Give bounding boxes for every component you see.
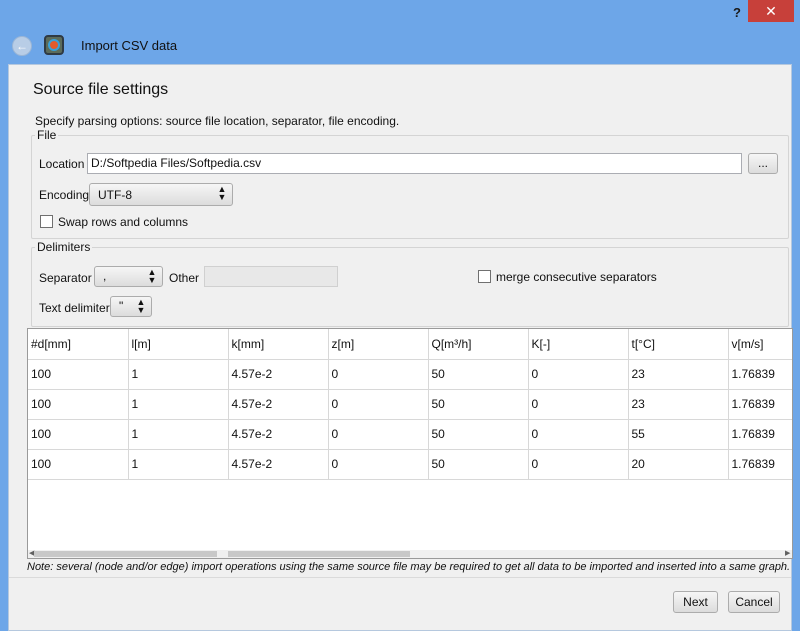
column-header[interactable]: t[°C] [628,329,729,360]
back-icon[interactable]: ← [12,36,32,56]
table-row: 100 1 4.57e-2 0 50 0 55 1.76839 [28,419,792,450]
table-cell[interactable]: 0 [328,389,429,420]
wizard-header: ← Import CSV data [0,26,800,64]
table-cell[interactable]: 50 [428,419,529,450]
table-cell[interactable]: 50 [428,449,529,480]
table-cell[interactable]: 4.57e-2 [228,359,329,390]
delimiters-group-legend: Delimiters [35,240,93,254]
column-header[interactable]: k[mm] [228,329,329,360]
title-bar: ? ✕ [0,0,800,26]
column-header[interactable]: Q[m³/h] [428,329,529,360]
swap-label: Swap rows and columns [58,215,189,229]
swap-checkbox[interactable] [40,215,53,228]
separator-label: Separator [39,271,92,285]
location-label: Location [39,157,85,171]
text-delimiter-value: " [119,299,124,313]
chevron-updown-icon: ▲ ▼ [147,267,157,285]
table-row: 100 1 4.57e-2 0 50 0 23 1.76839 [28,389,792,420]
separator-select[interactable]: , ▲ ▼ [94,266,163,287]
other-label: Other [169,271,200,285]
cancel-button[interactable]: Cancel [728,591,780,613]
chevron-updown-icon: ▲ ▼ [217,184,227,202]
table-cell[interactable]: 0 [528,389,629,420]
table-header-row: #d[mm] l[m] k[mm] z[m] Q[m³/h] K[-] t[°C… [28,329,792,360]
table-cell[interactable]: 100 [28,389,129,420]
encoding-value: UTF-8 [98,188,132,202]
encoding-select[interactable]: UTF-8 ▲ ▼ [89,183,233,206]
horizontal-scrollbar[interactable]: ◀ ▶ [28,550,792,558]
table-cell[interactable]: 0 [328,419,429,450]
delimiters-group: Delimiters Separator , ▲ ▼ Other merge co… [31,240,789,327]
other-field[interactable] [204,266,338,287]
column-header[interactable]: K[-] [528,329,629,360]
separator-value: , [103,269,107,283]
table-cell[interactable]: 100 [28,419,129,450]
scrollbar-thumb[interactable] [34,551,217,557]
chevron-updown-icon: ▲ ▼ [136,297,146,315]
table-cell[interactable]: 1.76839 [728,359,792,390]
preview-table[interactable]: #d[mm] l[m] k[mm] z[m] Q[m³/h] K[-] t[°C… [27,328,793,559]
table-cell[interactable]: 100 [28,449,129,480]
table-cell[interactable]: 0 [528,359,629,390]
table-cell[interactable]: 23 [628,389,729,420]
merge-checkbox[interactable] [478,270,491,283]
table-cell[interactable]: 0 [328,359,429,390]
table-cell[interactable]: 100 [28,359,129,390]
table-cell[interactable]: 23 [628,359,729,390]
table-cell[interactable]: 55 [628,419,729,450]
file-group: File Location D:/Softpedia Files/Softped… [31,128,789,239]
table-row: 100 1 4.57e-2 0 50 0 23 1.76839 [28,359,792,390]
column-header[interactable]: l[m] [128,329,229,360]
table-cell[interactable]: 0 [528,449,629,480]
table-cell[interactable]: 4.57e-2 [228,389,329,420]
table-cell[interactable]: 50 [428,389,529,420]
import-note: Note: several (node and/or edge) import … [27,561,791,573]
merge-label: merge consecutive separators [496,270,657,284]
app-icon [44,35,64,55]
help-button[interactable]: ? [729,3,745,23]
footer-divider [9,577,791,578]
table-cell[interactable]: 20 [628,449,729,480]
table-cell[interactable]: 1.76839 [728,389,792,420]
table-cell[interactable]: 1.76839 [728,449,792,480]
wizard-page: Source file settings Specify parsing opt… [8,64,793,631]
scrollbar-thumb[interactable] [228,551,410,557]
table-row: 100 1 4.57e-2 0 50 0 20 1.76839 [28,449,792,480]
table-cell[interactable]: 1 [128,449,229,480]
table-cell[interactable]: 1.76839 [728,419,792,450]
table-cell[interactable]: 1 [128,419,229,450]
text-delimiter-select[interactable]: " ▲ ▼ [110,296,152,317]
column-header[interactable]: v[m/s] [728,329,792,360]
table-cell[interactable]: 0 [528,419,629,450]
table-cell[interactable]: 4.57e-2 [228,449,329,480]
column-header[interactable]: z[m] [328,329,429,360]
page-subtitle: Specify parsing options: source file loc… [35,114,400,128]
table-cell[interactable]: 4.57e-2 [228,419,329,450]
file-group-legend: File [35,128,59,142]
table-cell[interactable]: 50 [428,359,529,390]
column-header[interactable]: #d[mm] [28,329,129,360]
browse-button[interactable]: ... [748,153,778,174]
table-cell[interactable]: 0 [328,449,429,480]
table-cell[interactable]: 1 [128,359,229,390]
wizard-title: Import CSV data [81,38,178,53]
close-button[interactable]: ✕ [748,0,794,22]
encoding-label: Encoding [39,188,90,202]
table-cell[interactable]: 1 [128,389,229,420]
text-delimiter-label: Text delimiter [39,301,110,315]
page-title: Source file settings [33,81,169,98]
scroll-right-icon[interactable]: ▶ [785,550,790,558]
next-button[interactable]: Next [673,591,718,613]
location-field[interactable]: D:/Softpedia Files/Softpedia.csv [87,153,742,174]
